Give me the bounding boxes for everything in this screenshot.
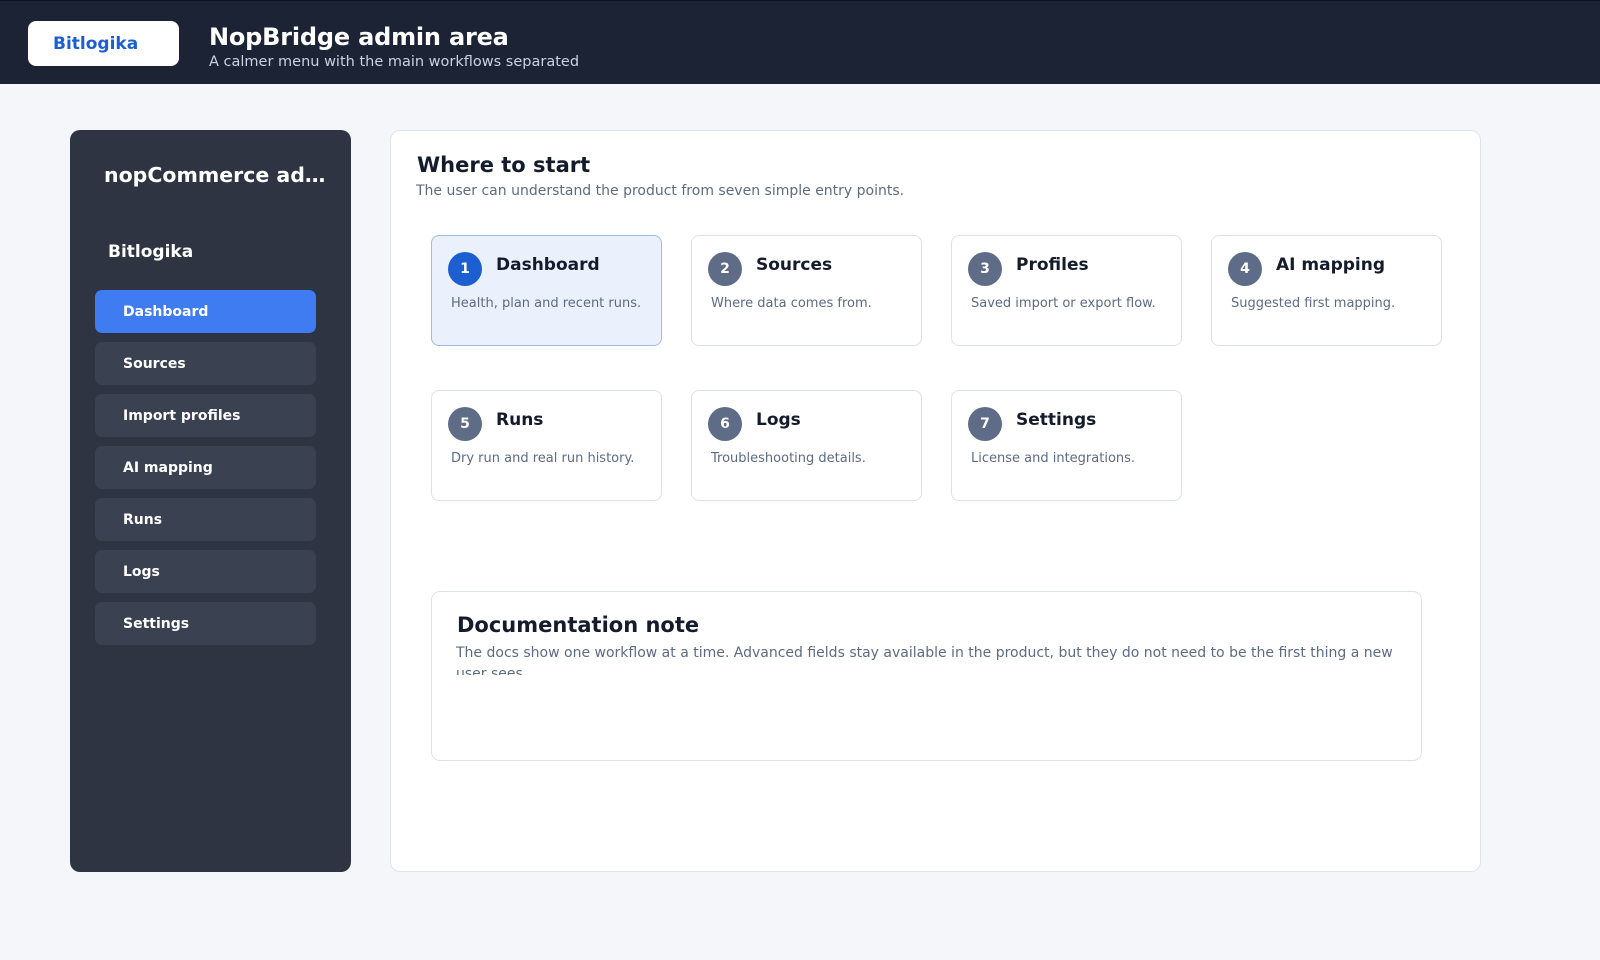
documentation-note-text: The docs show one workflow at a time. Ad… bbox=[456, 645, 1393, 675]
step-number-badge: 4 bbox=[1228, 252, 1262, 286]
entry-card-logs[interactable]: 6 Logs Troubleshooting details. bbox=[691, 390, 922, 501]
entry-card-settings[interactable]: 7 Settings License and integrations. bbox=[951, 390, 1182, 501]
documentation-note-title: Documentation note bbox=[457, 613, 700, 637]
sidebar-item-import-profiles[interactable]: Import profiles bbox=[95, 394, 316, 437]
documentation-note: Documentation note The docs show one wor… bbox=[431, 591, 1422, 761]
card-description: Health, plan and recent runs. bbox=[451, 296, 642, 311]
sidebar-nav: Dashboard Sources Import profiles AI map… bbox=[95, 290, 316, 654]
card-title: Dashboard bbox=[496, 255, 600, 275]
page-subtitle: A calmer menu with the main workflows se… bbox=[209, 54, 580, 70]
sidebar-brand: Bitlogika bbox=[108, 242, 194, 262]
sidebar-item-logs[interactable]: Logs bbox=[95, 550, 316, 593]
top-bar: Bitlogika NopBridge admin area A calmer … bbox=[0, 0, 1600, 84]
card-title: Runs bbox=[496, 410, 544, 430]
sidebar-item-settings[interactable]: Settings bbox=[95, 602, 316, 645]
card-title: Settings bbox=[1016, 410, 1097, 430]
brand-button[interactable]: Bitlogika bbox=[28, 21, 179, 66]
entry-card-runs[interactable]: 5 Runs Dry run and real run history. bbox=[431, 390, 662, 501]
step-number-badge: 6 bbox=[708, 407, 742, 441]
step-number-badge: 2 bbox=[708, 252, 742, 286]
page-title: NopBridge admin area bbox=[209, 23, 509, 51]
sidebar-item-dashboard[interactable]: Dashboard bbox=[95, 290, 316, 333]
card-description: License and integrations. bbox=[971, 451, 1136, 466]
step-number-badge: 5 bbox=[448, 407, 482, 441]
card-description: Suggested first mapping. bbox=[1231, 296, 1396, 311]
step-number-badge: 1 bbox=[448, 252, 482, 286]
card-title: Profiles bbox=[1016, 255, 1089, 275]
section-title: Where to start bbox=[417, 153, 591, 177]
sidebar-item-runs[interactable]: Runs bbox=[95, 498, 316, 541]
card-title: Sources bbox=[756, 255, 833, 275]
entry-card-dashboard[interactable]: 1 Dashboard Health, plan and recent runs… bbox=[431, 235, 662, 346]
card-title: AI mapping bbox=[1276, 255, 1386, 275]
step-number-badge: 3 bbox=[968, 252, 1002, 286]
card-description: Where data comes from. bbox=[711, 296, 872, 311]
card-title: Logs bbox=[756, 410, 801, 430]
card-description: Saved import or export flow. bbox=[971, 296, 1156, 311]
entry-card-profiles[interactable]: 3 Profiles Saved import or export flow. bbox=[951, 235, 1182, 346]
sidebar-item-ai-mapping[interactable]: AI mapping bbox=[95, 446, 316, 489]
step-number-badge: 7 bbox=[968, 407, 1002, 441]
card-description: Dry run and real run history. bbox=[451, 451, 635, 466]
main-panel: Where to start The user can understand t… bbox=[390, 130, 1481, 872]
entry-card-sources[interactable]: 2 Sources Where data comes from. bbox=[691, 235, 922, 346]
sidebar-title: nopCommerce admin bbox=[104, 163, 329, 187]
sidebar-item-sources[interactable]: Sources bbox=[95, 342, 316, 385]
sidebar: nopCommerce admin Bitlogika Dashboard So… bbox=[70, 130, 351, 872]
entry-card-ai-mapping[interactable]: 4 AI mapping Suggested first mapping. bbox=[1211, 235, 1442, 346]
card-description: Troubleshooting details. bbox=[711, 451, 866, 466]
section-subtitle: The user can understand the product from… bbox=[416, 183, 905, 199]
